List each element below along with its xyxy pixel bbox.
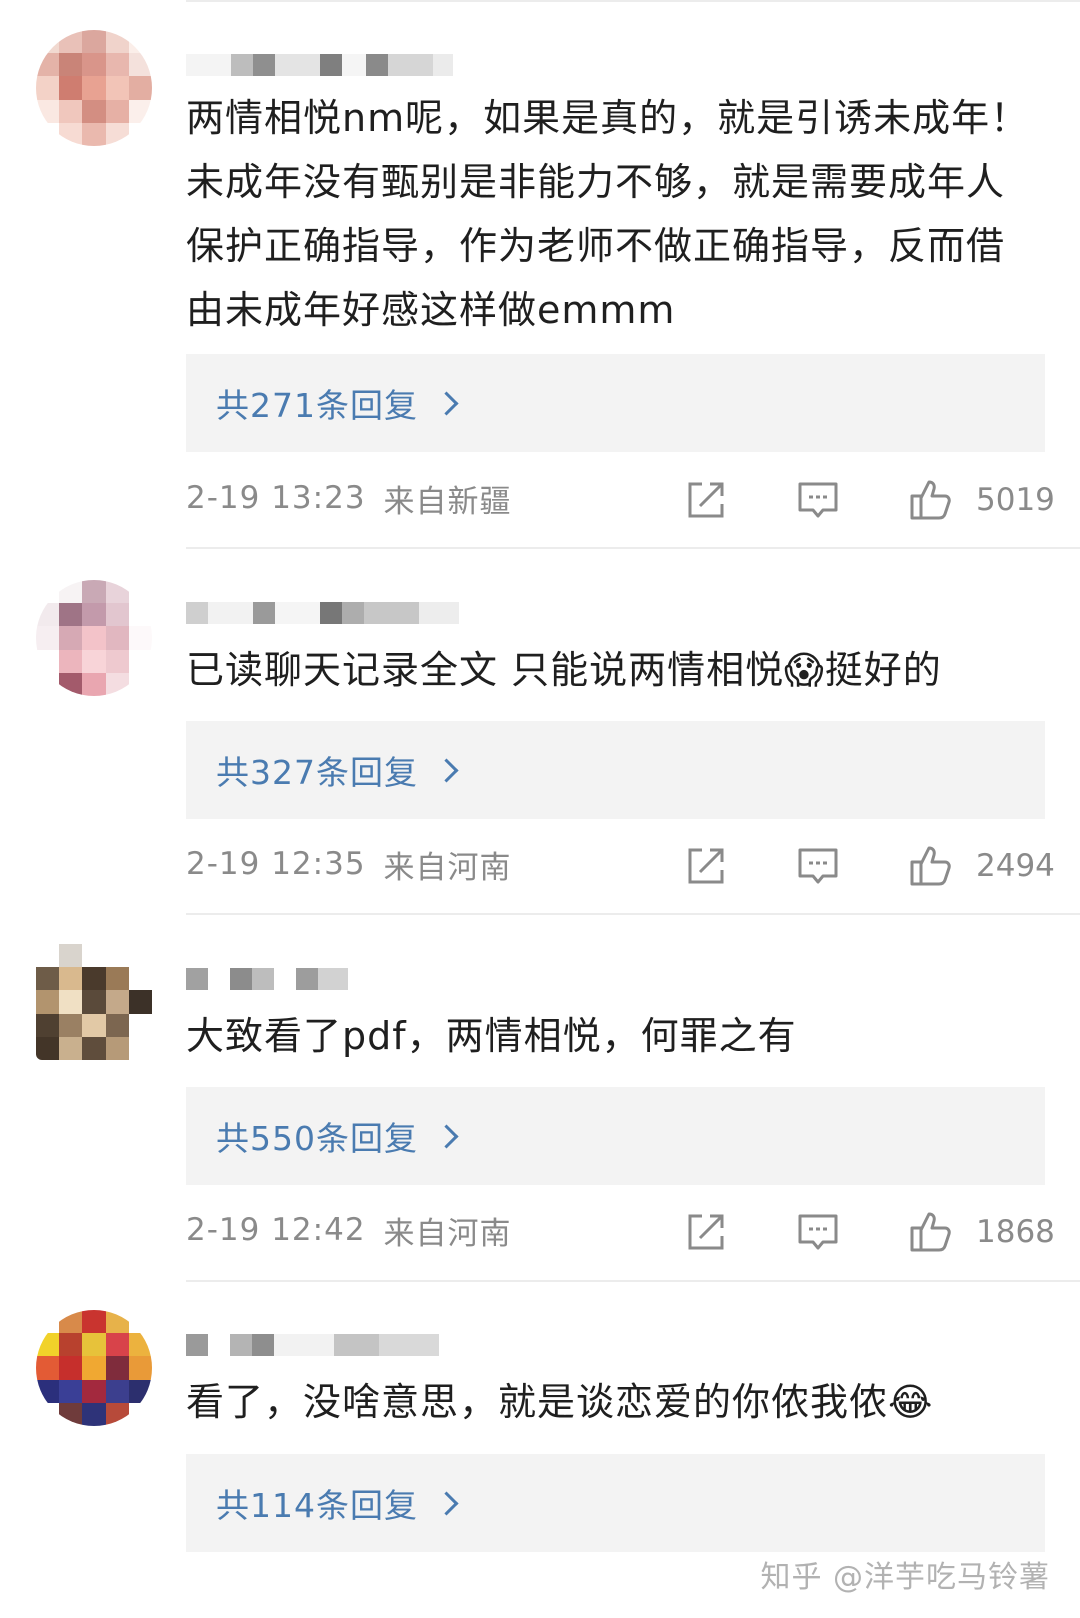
reply-count-label: 共550条回复 [216, 1119, 418, 1158]
divider [186, 0, 1080, 2]
comment-icon[interactable] [796, 478, 840, 522]
location: 来自新疆 [383, 483, 512, 520]
reply-count-label: 共327条回复 [216, 753, 418, 792]
divider [186, 913, 1080, 915]
timestamp: 2-19 13:23 [186, 480, 366, 516]
view-replies-button[interactable]: 共327条回复 [186, 721, 1045, 819]
chevron-right-icon [434, 390, 459, 416]
chevron-right-icon [434, 1123, 459, 1149]
comment-text: 已读聊天记录全文 只能说两情相悦😱挺好的 [186, 648, 942, 692]
timestamp: 2-19 12:42 [186, 1212, 366, 1248]
like-count: 2494 [976, 848, 1055, 884]
comment-icon[interactable] [796, 844, 840, 888]
share-icon[interactable] [684, 1210, 728, 1254]
like-count: 1868 [976, 1214, 1055, 1250]
avatar[interactable] [36, 580, 152, 696]
comment-text: 大致看了pdf，两情相悦，何罪之有 [186, 1014, 797, 1058]
timestamp: 2-19 12:35 [186, 846, 366, 882]
comment-text: 看了，没啥意思，就是谈恋爱的你侬我侬😂 [186, 1380, 934, 1424]
location: 来自河南 [383, 1215, 512, 1252]
comment-meta: 2-19 13:23 来自新疆 5019 [186, 468, 1055, 528]
comment-meta: 2-19 12:42 来自河南 1868 [186, 1200, 1055, 1260]
avatar[interactable] [36, 30, 152, 146]
chevron-right-icon [434, 1490, 459, 1516]
reply-count-label: 共114条回复 [216, 1486, 418, 1525]
username-blurred[interactable] [186, 578, 459, 624]
divider [186, 1280, 1080, 1282]
watermark: 知乎 @洋芋吃马铃薯 [760, 1560, 1050, 1595]
reply-count-label: 共271条回复 [216, 386, 418, 425]
view-replies-button[interactable]: 共550条回复 [186, 1087, 1045, 1185]
thumbs-up-icon[interactable] [908, 1210, 952, 1254]
share-icon[interactable] [684, 478, 728, 522]
thumbs-up-icon[interactable] [908, 478, 952, 522]
comment-icon[interactable] [796, 1210, 840, 1254]
location: 来自河南 [383, 849, 512, 886]
username-blurred[interactable] [186, 944, 348, 990]
avatar[interactable] [36, 944, 152, 1060]
avatar[interactable] [36, 1310, 152, 1426]
chevron-right-icon [434, 757, 459, 783]
share-icon[interactable] [684, 844, 728, 888]
comment-text: 两情相悦nm呢，如果是真的，就是引诱未成年！未成年没有甄别是非能力不够，就是需要… [186, 96, 1030, 332]
comment-feed: 两情相悦nm呢，如果是真的，就是引诱未成年！未成年没有甄别是非能力不够，就是需要… [0, 0, 1080, 1618]
divider [186, 547, 1080, 549]
view-replies-button[interactable]: 共271条回复 [186, 354, 1045, 452]
thumbs-up-icon[interactable] [908, 844, 952, 888]
comment-meta: 2-19 12:35 来自河南 2494 [186, 834, 1055, 894]
like-count: 5019 [976, 482, 1055, 518]
view-replies-button[interactable]: 共114条回复 [186, 1454, 1045, 1552]
username-blurred[interactable] [186, 1310, 439, 1356]
username-blurred[interactable] [186, 30, 453, 76]
